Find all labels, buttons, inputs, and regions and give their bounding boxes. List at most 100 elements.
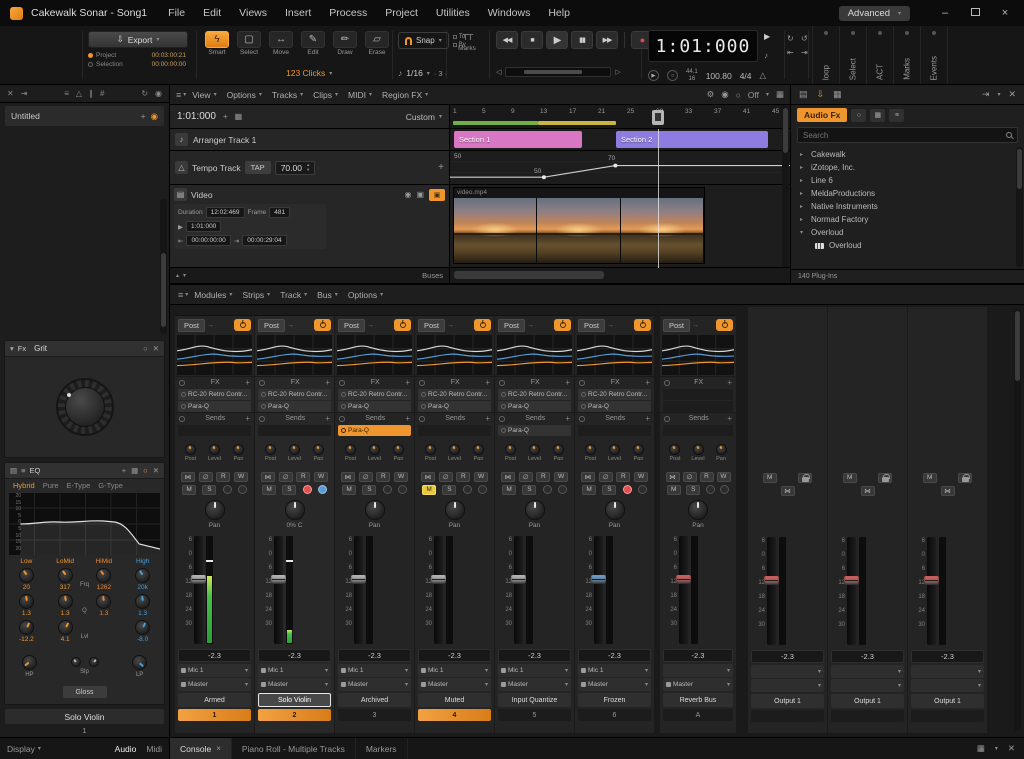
input-selector[interactable]: ▾ bbox=[751, 665, 824, 678]
play-button[interactable]: ▶ bbox=[546, 31, 568, 49]
post-send-knob[interactable] bbox=[585, 444, 596, 455]
output-selector[interactable]: ▾ bbox=[831, 679, 904, 692]
write-automation-button[interactable]: W bbox=[554, 472, 568, 482]
export-button[interactable]: ⇩ Export ▾ bbox=[88, 31, 188, 48]
lomid-q-knob[interactable] bbox=[58, 594, 73, 609]
add-fx-button[interactable]: + bbox=[245, 378, 250, 387]
tool-smart[interactable]: ϟSmart bbox=[202, 31, 232, 56]
track-view-scrollbar[interactable] bbox=[782, 106, 789, 267]
eq-analyzer-icon[interactable]: ≡ bbox=[21, 466, 25, 475]
video-image-icon[interactable]: ▣ bbox=[416, 190, 424, 199]
minimize-button[interactable]: – bbox=[930, 0, 960, 26]
strip-name[interactable]: Output 1 bbox=[831, 694, 904, 708]
pan-send-knob[interactable] bbox=[633, 444, 644, 455]
float-window-icon[interactable]: ▦ bbox=[977, 743, 985, 754]
fader-cap[interactable] bbox=[191, 575, 206, 584]
phase-button[interactable]: ⋈ bbox=[501, 472, 515, 482]
loop-start-icon[interactable]: ⇤ bbox=[787, 48, 797, 57]
hash-icon[interactable]: # bbox=[100, 89, 104, 98]
browser-search[interactable] bbox=[797, 127, 1018, 143]
hscroll-thumb[interactable] bbox=[454, 271, 604, 279]
close-tab-icon[interactable]: × bbox=[216, 744, 221, 753]
mute-button[interactable]: M bbox=[262, 485, 276, 495]
add-tempo-icon[interactable]: + bbox=[438, 162, 444, 173]
buses-header[interactable]: ▴ ▾ Buses bbox=[170, 268, 450, 283]
fx-slot[interactable]: Para-Q bbox=[418, 401, 491, 412]
read-automation-button[interactable]: R bbox=[616, 472, 630, 482]
browser-view-icon-1[interactable]: ○ bbox=[851, 109, 866, 122]
triplet-toggle[interactable]: · 3 · bbox=[434, 69, 447, 78]
level-send-knob[interactable] bbox=[289, 444, 300, 455]
fx-slot[interactable]: RC-20 Retro Contr... bbox=[178, 389, 251, 400]
mute-button[interactable]: M bbox=[667, 485, 681, 495]
input-echo-button[interactable] bbox=[318, 485, 327, 494]
phase-button[interactable]: ⋈ bbox=[341, 472, 355, 482]
add-send-button[interactable]: + bbox=[325, 414, 330, 423]
add-send-button[interactable]: + bbox=[485, 414, 490, 423]
input-selector[interactable]: Mic 1▾ bbox=[418, 664, 491, 677]
arranger-lane[interactable]: Section 1Section 2 bbox=[450, 129, 790, 150]
strip-name[interactable]: Input Quantize bbox=[498, 693, 571, 707]
post-button[interactable]: Post bbox=[578, 319, 605, 332]
tempo-readout[interactable]: 100.80 bbox=[706, 71, 732, 81]
menu-insert[interactable]: Insert bbox=[276, 0, 320, 26]
pan-send-knob[interactable] bbox=[716, 444, 727, 455]
input-selector[interactable]: Mic 1▾ bbox=[338, 664, 411, 677]
tab-midi[interactable]: Midi bbox=[146, 744, 162, 754]
gloss-button[interactable]: Gloss bbox=[63, 686, 107, 698]
arm-button[interactable] bbox=[463, 485, 472, 494]
level-send-knob[interactable] bbox=[369, 444, 380, 455]
read-automation-button[interactable]: R bbox=[376, 472, 390, 482]
chevron-down-icon[interactable]: ▾ bbox=[997, 91, 1000, 98]
video-position-value[interactable]: 1:01:000 bbox=[186, 221, 221, 232]
menu-options[interactable]: Options▾ bbox=[343, 290, 388, 300]
output-selector[interactable]: ▾ bbox=[751, 679, 824, 692]
solo-button[interactable]: S bbox=[282, 485, 296, 495]
solo-button[interactable]: S bbox=[522, 485, 536, 495]
level-send-knob[interactable] bbox=[609, 444, 620, 455]
lomid-level-knob[interactable] bbox=[58, 620, 73, 635]
fader-track[interactable] bbox=[767, 537, 776, 645]
timeline-hscrollbar[interactable] bbox=[450, 268, 790, 283]
browser-folder-normad-factory[interactable]: ▸Normad Factory bbox=[791, 213, 1024, 226]
grid-icon[interactable]: ▦ bbox=[776, 89, 784, 100]
input-selector[interactable]: ▾ bbox=[831, 665, 904, 678]
low-q-knob[interactable] bbox=[19, 594, 34, 609]
input-echo-button[interactable] bbox=[398, 485, 407, 494]
output-selector[interactable]: Master▾ bbox=[663, 678, 733, 691]
fx-slot[interactable]: Para-Q bbox=[258, 401, 331, 412]
lp-slope-knob[interactable] bbox=[89, 657, 99, 667]
output-selector[interactable]: Master▾ bbox=[418, 678, 491, 691]
menu-project[interactable]: Project bbox=[376, 0, 427, 26]
copy-icon[interactable]: ▦ bbox=[235, 112, 243, 121]
scrub-track[interactable] bbox=[505, 67, 611, 77]
strip-eq-display[interactable] bbox=[577, 335, 652, 375]
fx-slot[interactable]: Para-Q bbox=[338, 401, 411, 412]
inspector-scrollbar[interactable] bbox=[160, 199, 167, 334]
selection-time-row[interactable]: Selection 00:00:00:00 bbox=[88, 61, 186, 68]
loop-icon[interactable]: ↻ bbox=[787, 34, 797, 43]
eq-tab-hybrid[interactable]: Hybrid bbox=[13, 481, 35, 490]
fader-track[interactable] bbox=[927, 537, 936, 645]
lp-knob[interactable] bbox=[132, 655, 147, 670]
post-button[interactable]: Post bbox=[258, 319, 285, 332]
tab-markers[interactable]: Markers bbox=[356, 738, 408, 759]
mute-button[interactable]: M bbox=[502, 485, 516, 495]
post-send-knob[interactable] bbox=[669, 444, 680, 455]
tap-tempo-button[interactable]: TAP bbox=[245, 161, 271, 174]
collapse-down-icon[interactable]: ▾ bbox=[183, 272, 186, 279]
write-automation-button[interactable]: W bbox=[634, 472, 648, 482]
strip-name[interactable]: Solo Violin bbox=[258, 693, 331, 707]
fader-cap[interactable] bbox=[844, 576, 859, 585]
strip-eq-display[interactable] bbox=[662, 335, 734, 375]
mute-button[interactable]: M bbox=[843, 473, 857, 483]
add-fx-button[interactable]: + bbox=[645, 378, 650, 387]
menu-views[interactable]: Views bbox=[230, 0, 276, 26]
console-scrollbar[interactable] bbox=[1014, 309, 1021, 731]
menu-edit[interactable]: Edit bbox=[194, 0, 230, 26]
menu-process[interactable]: Process bbox=[320, 0, 376, 26]
interleave-button[interactable]: ∅ bbox=[359, 472, 373, 482]
output-selector[interactable]: Master▾ bbox=[338, 678, 411, 691]
fx-slot[interactable]: RC-20 Retro Contr... bbox=[498, 389, 571, 400]
arm-button[interactable] bbox=[303, 485, 312, 494]
